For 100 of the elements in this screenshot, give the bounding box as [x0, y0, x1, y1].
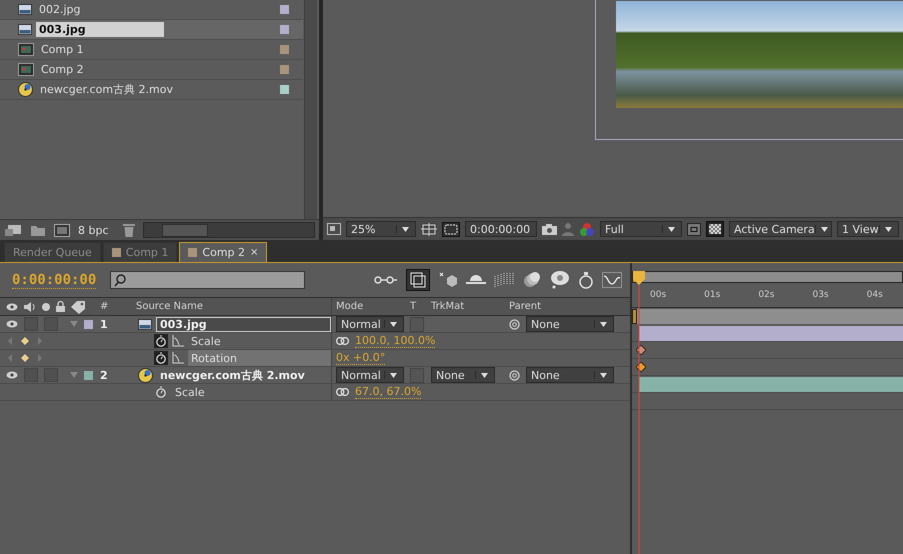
- view-layout-dropdown[interactable]: 1 View: [837, 221, 899, 237]
- camera-dropdown[interactable]: Active Camera: [729, 221, 832, 237]
- dropdown-caret-icon[interactable]: [662, 225, 677, 233]
- live-update-toggle-icon[interactable]: [406, 269, 430, 291]
- property-name[interactable]: Rotation: [188, 350, 331, 366]
- panel-tab[interactable]: Comp 1: [102, 242, 178, 262]
- dropdown-caret-icon[interactable]: [384, 371, 399, 379]
- label-swatch[interactable]: [84, 370, 93, 380]
- dropdown-caret-icon[interactable]: [475, 371, 490, 379]
- horizontal-scrollbar[interactable]: [142, 222, 315, 238]
- stopwatch-icon[interactable]: [154, 351, 168, 365]
- stopwatch-icon[interactable]: [154, 385, 168, 399]
- column-header[interactable]: #: [100, 301, 132, 312]
- composition-mini-flowchart-icon[interactable]: [374, 274, 398, 286]
- pick-whip-icon[interactable]: [509, 370, 520, 380]
- dropdown-caret-icon[interactable]: [814, 225, 830, 233]
- shy-layers-icon[interactable]: [466, 273, 486, 287]
- time-navigator[interactable]: [632, 271, 903, 283]
- graph-icon[interactable]: [172, 352, 184, 364]
- project-item[interactable]: Comp 1: [38, 42, 276, 57]
- blend-mode-dropdown[interactable]: Normal: [336, 367, 404, 383]
- motion-blur-icon[interactable]: [522, 271, 542, 289]
- timecode-field[interactable]: 0:00:00:00: [465, 221, 537, 237]
- project-item[interactable]: newcger.com古典 2.mov: [37, 81, 276, 98]
- parent-dropdown[interactable]: None: [526, 316, 614, 332]
- interpret-footage-icon[interactable]: [4, 223, 22, 237]
- preserve-transparency-checkbox[interactable]: [410, 368, 424, 382]
- pick-whip-icon[interactable]: [509, 318, 520, 330]
- draft-3d-icon[interactable]: [438, 272, 458, 288]
- property-name[interactable]: Scale: [188, 333, 331, 349]
- preserve-transparency-checkbox[interactable]: [410, 316, 424, 332]
- zoom-dropdown[interactable]: 25%: [346, 221, 416, 237]
- project-item[interactable]: 003.jpg: [36, 22, 164, 37]
- label-swatch[interactable]: [84, 320, 93, 328]
- scrollbar[interactable]: [304, 0, 317, 219]
- keyframe-icon[interactable]: [636, 362, 646, 372]
- brainstorm-icon[interactable]: [550, 270, 570, 290]
- lock-switch[interactable]: [44, 317, 58, 331]
- eye-icon[interactable]: [6, 371, 18, 379]
- solo-switch[interactable]: [24, 368, 38, 382]
- column-header[interactable]: Mode: [332, 301, 410, 312]
- column-header[interactable]: TrkMat: [428, 301, 503, 312]
- transparency-grid-icon[interactable]: [706, 221, 724, 237]
- camera-icon[interactable]: [542, 223, 557, 235]
- solo-switch[interactable]: [24, 317, 38, 331]
- solo-dot-icon: [42, 302, 50, 310]
- current-time-display[interactable]: 0:00:00:00: [12, 272, 96, 288]
- lock-switch[interactable]: [44, 368, 58, 382]
- property-value[interactable]: 67.0, 67.0%: [355, 385, 422, 399]
- fast-preview-icon[interactable]: [687, 222, 701, 236]
- search-icon: [114, 274, 126, 286]
- column-header[interactable]: Parent: [503, 301, 630, 312]
- composition-icon: [18, 63, 34, 76]
- parent-dropdown[interactable]: None: [526, 367, 614, 383]
- color-channels-icon[interactable]: [579, 222, 595, 236]
- mask-toggle-icon[interactable]: [442, 222, 460, 236]
- resolution-dropdown[interactable]: Full: [600, 221, 682, 237]
- link-icon[interactable]: [336, 388, 349, 396]
- search-field[interactable]: [110, 271, 306, 289]
- panel-tab[interactable]: Render Queue: [4, 242, 101, 262]
- project-item[interactable]: Comp 2: [38, 62, 276, 77]
- blend-mode-dropdown[interactable]: Normal: [336, 316, 404, 332]
- stopwatch-icon[interactable]: [154, 334, 168, 348]
- eye-icon: [6, 302, 18, 310]
- disc-icon: [138, 368, 153, 382]
- grid-guides-icon[interactable]: [421, 222, 437, 236]
- dropdown-caret-icon[interactable]: [384, 320, 399, 328]
- image-file-icon: [18, 24, 32, 35]
- property-name[interactable]: Scale: [172, 384, 331, 400]
- layer-number: 2: [100, 368, 109, 382]
- graph-icon[interactable]: [172, 335, 184, 347]
- playhead-icon[interactable]: [632, 271, 646, 554]
- dropdown-caret-icon[interactable]: [879, 225, 894, 233]
- track-matte-dropdown[interactable]: None: [431, 367, 495, 383]
- dropdown-caret-icon[interactable]: [594, 371, 609, 379]
- column-header[interactable]: Source Name: [132, 298, 332, 315]
- graph-editor-icon[interactable]: [602, 271, 622, 289]
- bit-depth-label[interactable]: 8 bpc: [78, 224, 109, 236]
- project-item[interactable]: 002.jpg: [36, 2, 276, 17]
- property-value[interactable]: 100.0, 100.0%: [355, 334, 436, 348]
- composition-icon[interactable]: [54, 224, 70, 236]
- layer-name[interactable]: 003.jpg: [156, 316, 331, 332]
- frame-blending-icon[interactable]: [494, 272, 514, 288]
- time-label: 00s: [650, 290, 666, 300]
- eye-icon[interactable]: [6, 320, 18, 328]
- keyframe-icon[interactable]: [636, 345, 646, 355]
- link-icon[interactable]: [336, 337, 349, 345]
- keyframe-navigator-icon[interactable]: [7, 353, 43, 363]
- layer-name[interactable]: newcger.com古典 2.mov: [157, 368, 331, 382]
- dropdown-caret-icon[interactable]: [594, 320, 609, 328]
- folder-icon[interactable]: [30, 224, 46, 236]
- dropdown-caret-icon[interactable]: [396, 225, 411, 233]
- trash-icon[interactable]: [122, 223, 135, 237]
- property-value[interactable]: 0x +0.0°: [336, 351, 386, 365]
- panel-tab[interactable]: Comp 2 ×: [179, 242, 268, 262]
- stopwatch-icon[interactable]: [578, 271, 594, 289]
- layer-duration-bar[interactable]: [639, 326, 903, 340]
- region-icon[interactable]: [327, 223, 341, 235]
- keyframe-navigator-icon[interactable]: [7, 336, 43, 346]
- column-header[interactable]: T: [410, 301, 428, 312]
